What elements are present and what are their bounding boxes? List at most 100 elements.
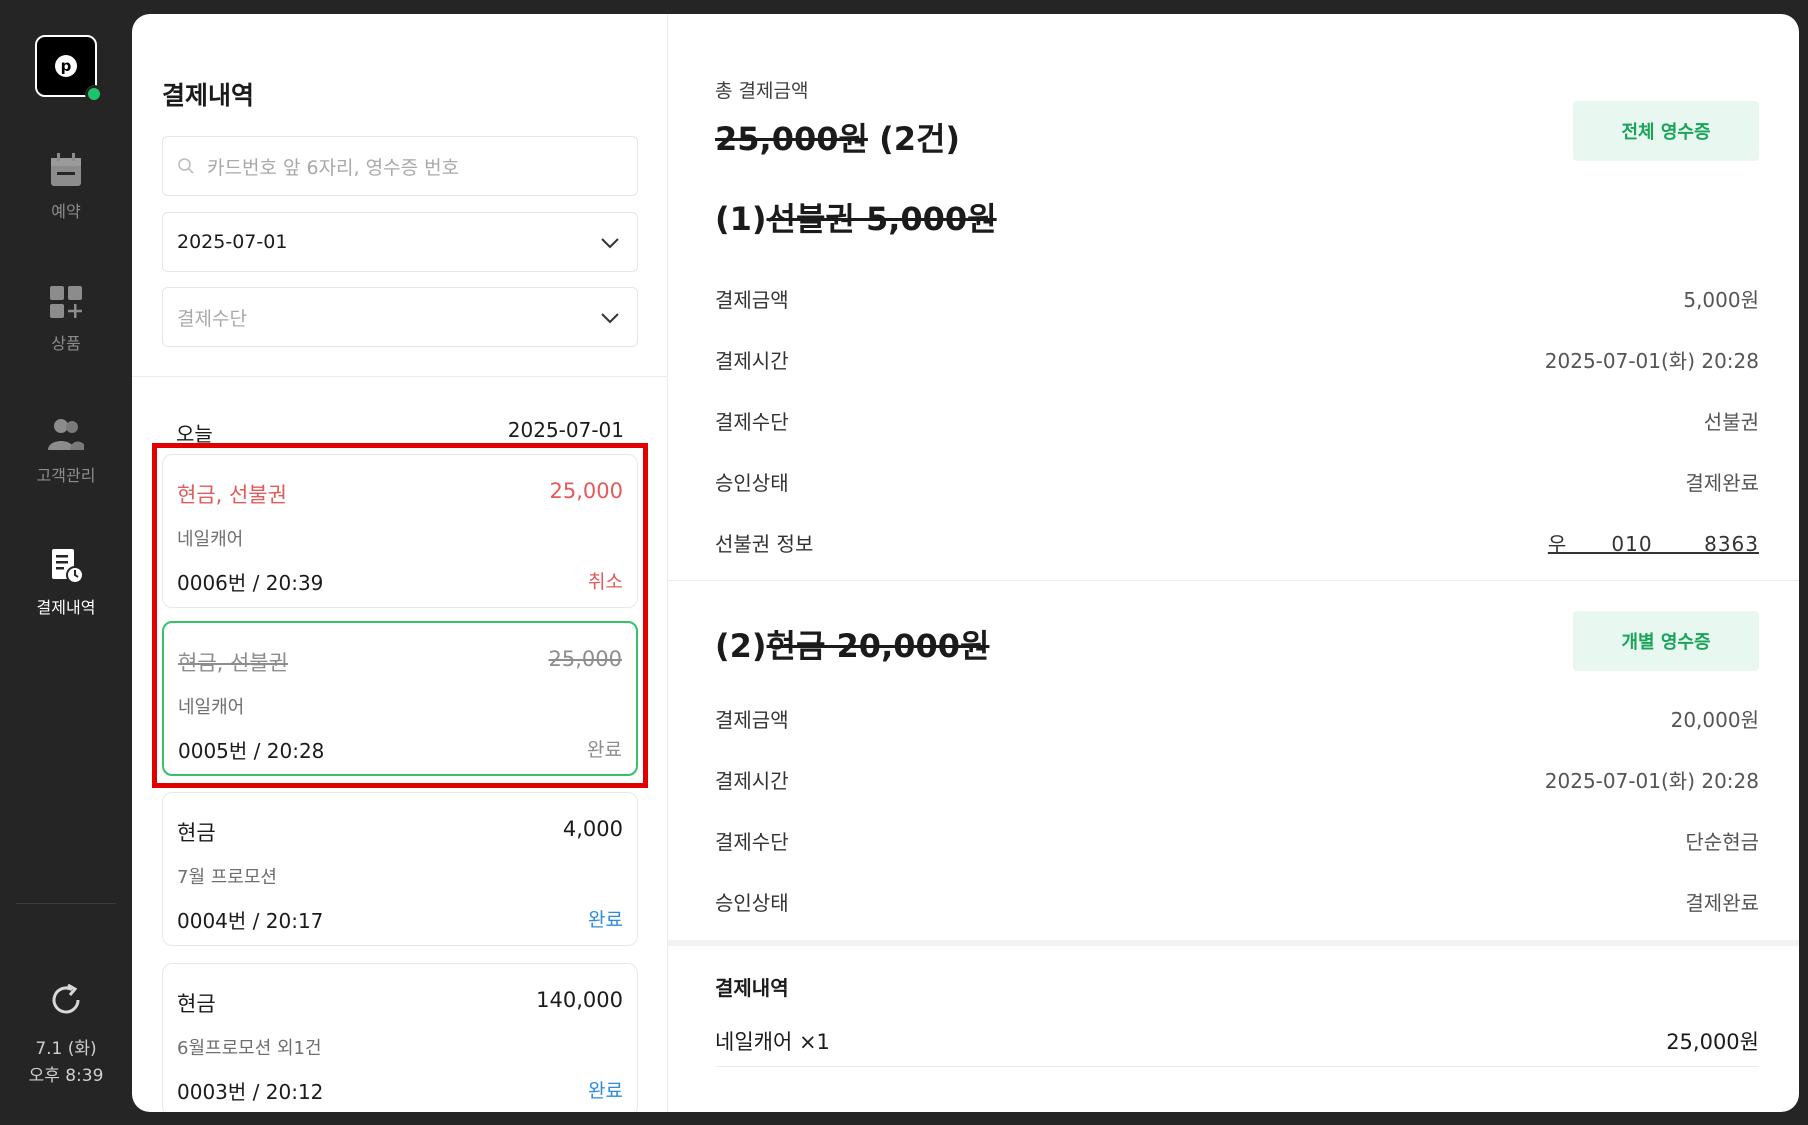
payment-detail: 총 결제금액 25,000원 (2건) 전체 영수증 (1)선불권 5,000원…	[668, 14, 1799, 1112]
nav-label-customers: 고객관리	[36, 466, 96, 485]
nav-item-customers[interactable]: 고객관리	[0, 414, 132, 486]
payment-card-selected[interactable]: 현금, 선불권 25,000 네일캐어 0005번 / 20:28 완료	[162, 621, 638, 776]
divider	[668, 580, 1799, 581]
day-header: 오늘 2025-07-01	[176, 418, 624, 447]
total-amount-line: 25,000원 (2건)	[715, 114, 960, 160]
card-method: 현금, 선불권	[178, 651, 288, 675]
rail-clock: 7.1 (화) 오후 8:39	[0, 1036, 132, 1090]
detail-key: 결제수단	[715, 830, 789, 854]
nav-label-payments: 결제내역	[36, 598, 96, 617]
payment-method-select[interactable]: 결제수단	[162, 287, 638, 347]
card-product: 6월프로모션 외1건	[177, 1038, 322, 1059]
card-number: 0003번 / 20:12	[177, 1080, 324, 1104]
payment-card[interactable]: 현금, 선불권 25,000 네일캐어 0006번 / 20:39 취소	[162, 454, 638, 608]
calendar-icon	[51, 153, 81, 186]
detail-value: 20,000원	[1670, 708, 1759, 732]
all-receipt-button[interactable]: 전체 영수증	[1573, 101, 1759, 161]
grid-plus-icon	[50, 286, 82, 318]
payment-card[interactable]: 현금 140,000 6월프로모션 외1건 0003번 / 20:12 완료	[162, 963, 638, 1112]
search-placeholder: 카드번호 앞 6자리, 영수증 번호	[207, 156, 460, 179]
section-prefix: (1)	[715, 200, 767, 238]
card-amount: 25,000	[549, 479, 623, 503]
online-status-dot	[85, 85, 103, 103]
section-divider	[668, 940, 1799, 946]
logo-mark: p	[55, 55, 77, 77]
detail-value: 2025-07-01(화) 20:28	[1544, 349, 1759, 373]
history-row: 네일캐어 ×1 25,000원	[715, 1026, 1759, 1056]
people-icon	[48, 419, 84, 450]
history-item: 네일캐어 ×1	[715, 1030, 830, 1054]
card-status: 완료	[588, 909, 623, 931]
rail-divider	[16, 903, 116, 904]
nav-item-product[interactable]: 상품	[0, 282, 132, 354]
detail-key: 승인상태	[715, 471, 789, 495]
detail-key: 승인상태	[715, 891, 789, 915]
detail-value: 2025-07-01(화) 20:28	[1544, 769, 1759, 793]
detail-value: 5,000원	[1683, 288, 1759, 312]
payment-list-column: 결제내역 카드번호 앞 6자리, 영수증 번호 2025-07-01 결제수단 …	[132, 14, 668, 1112]
card-amount: 4,000	[562, 817, 623, 841]
detail-row: 결제시간 2025-07-01(화) 20:28	[715, 345, 1759, 374]
search-icon	[178, 158, 194, 174]
app-logo[interactable]: p	[35, 35, 103, 103]
card-method: 현금	[177, 821, 216, 845]
nav-rail: p 예약 상품 고객관리 결제내역 7.1 (화) 오후 8:39	[0, 0, 132, 1125]
detail-row: 결제시간 2025-07-01(화) 20:28	[715, 765, 1759, 794]
detail-key: 선불권 정보	[715, 532, 814, 556]
total-count: (2건)	[879, 120, 961, 158]
main-panel: 결제내역 카드번호 앞 6자리, 영수증 번호 2025-07-01 결제수단 …	[132, 14, 1799, 1112]
card-number: 0004번 / 20:17	[177, 909, 324, 933]
chevron-down-icon	[601, 238, 619, 249]
nav-item-payments[interactable]: 결제내역	[0, 546, 132, 618]
divider	[715, 1066, 1759, 1067]
card-status: 취소	[588, 571, 623, 593]
section-heading: 현금 20,000원	[766, 627, 990, 665]
rail-date: 7.1 (화)	[35, 1039, 97, 1059]
card-method: 현금, 선불권	[177, 483, 287, 507]
detail-key: 결제금액	[715, 708, 789, 732]
history-title: 결제내역	[715, 976, 789, 1000]
nav-label-product: 상품	[51, 334, 81, 353]
prepaid-info-link[interactable]: 우 010 8363	[1548, 528, 1759, 557]
search-input[interactable]: 카드번호 앞 6자리, 영수증 번호	[162, 136, 638, 196]
card-number: 0006번 / 20:39	[177, 571, 324, 595]
card-product: 네일캐어	[178, 697, 245, 718]
card-amount: 140,000	[536, 988, 623, 1012]
chevron-down-icon	[601, 313, 619, 324]
detail-value: 결제완료	[1685, 471, 1759, 495]
section-title-1: (1)선불권 5,000원	[715, 194, 997, 240]
date-select-value: 2025-07-01	[177, 231, 288, 253]
detail-value: 선불권	[1703, 410, 1759, 434]
detail-row: 선불권 정보 우 010 8363	[715, 528, 1759, 557]
section-title-2: (2)현금 20,000원	[715, 621, 989, 667]
detail-row: 결제금액 20,000원	[715, 704, 1759, 733]
nav-label-reservation: 예약	[51, 202, 81, 221]
payment-method-placeholder: 결제수단	[177, 307, 247, 330]
section-prefix: (2)	[715, 627, 767, 665]
card-amount: 25,000	[548, 647, 622, 671]
card-product: 7월 프로모션	[177, 867, 277, 888]
individual-receipt-button[interactable]: 개별 영수증	[1573, 611, 1759, 671]
detail-key: 결제시간	[715, 769, 789, 793]
history-amount: 25,000원	[1666, 1030, 1759, 1054]
card-product: 네일캐어	[177, 529, 244, 550]
divider	[132, 376, 668, 377]
rail-time: 오후 8:39	[28, 1066, 104, 1086]
detail-row: 결제수단 선불권	[715, 406, 1759, 435]
page-title: 결제내역	[162, 81, 255, 110]
section-heading: 선불권 5,000원	[766, 200, 997, 238]
card-status: 완료	[588, 1080, 623, 1102]
detail-row: 승인상태 결제완료	[715, 467, 1759, 496]
detail-row: 승인상태 결제완료	[715, 887, 1759, 916]
detail-value: 결제완료	[1685, 891, 1759, 915]
detail-key: 결제수단	[715, 410, 789, 434]
refresh-icon[interactable]	[46, 980, 86, 1020]
detail-value: 단순현금	[1685, 830, 1759, 854]
detail-key: 결제금액	[715, 288, 789, 312]
payment-card[interactable]: 현금 4,000 7월 프로모션 0004번 / 20:17 완료	[162, 792, 638, 946]
total-label: 총 결제금액	[715, 80, 809, 102]
nav-item-reservation[interactable]: 예약	[0, 150, 132, 222]
card-method: 현금	[177, 992, 216, 1016]
day-date: 2025-07-01	[507, 418, 624, 442]
date-select[interactable]: 2025-07-01	[162, 212, 638, 272]
